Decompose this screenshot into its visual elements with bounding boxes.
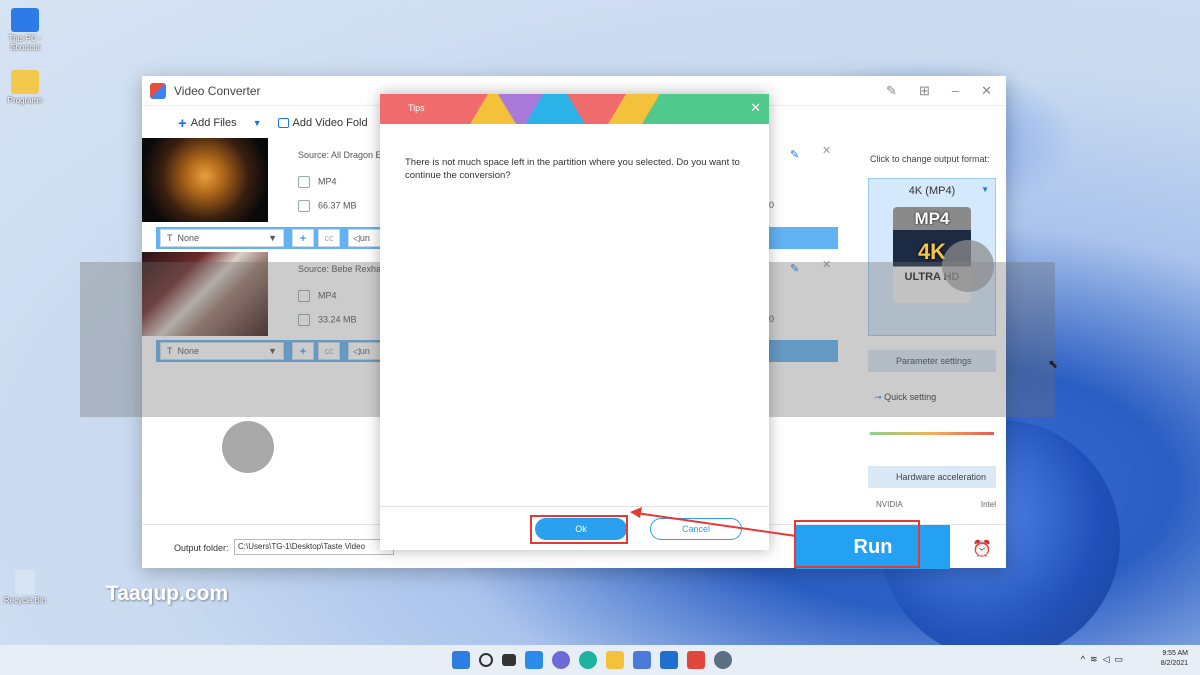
format-name-label: 4K (MP4) — [908, 185, 956, 197]
dialog-title: Tips — [408, 103, 425, 113]
mouse-cursor-icon: ⬉ — [1048, 357, 1059, 371]
taskbar: ^≋◁▭ 9:55 AM 8/2/2021 — [0, 645, 1200, 675]
chat-icon[interactable] — [552, 651, 570, 669]
output-folder-input[interactable]: C:\Users\TG-1\Desktop\Taste Video — [234, 539, 394, 555]
speaker-icon: ◁ — [353, 233, 360, 243]
add-subtitle-button[interactable]: + — [292, 229, 314, 247]
cc-icon[interactable]: cc — [318, 229, 340, 247]
close-window-icon[interactable]: ✕ — [981, 83, 992, 99]
format-name: 4K (MP4) ▼ — [869, 185, 995, 197]
office-icon[interactable] — [687, 651, 705, 669]
settings-icon[interactable] — [714, 651, 732, 669]
widgets-icon[interactable] — [525, 651, 543, 669]
file-source: Source: All Dragon E — [298, 150, 382, 160]
edit-icon[interactable]: ✎ — [790, 148, 799, 161]
alarm-clock-icon[interactable]: ⏰ — [972, 539, 992, 559]
desktop-icon-recycle-bin[interactable]: Recycle Bin — [0, 570, 50, 605]
output-folder-label: Output folder: — [174, 543, 229, 553]
format-value: MP4 — [318, 176, 337, 187]
output-format-hint: Click to change output format: — [870, 154, 990, 164]
add-folder-button[interactable]: Add Video Fold — [277, 117, 368, 129]
file-size: 66.37 MB — [298, 200, 357, 212]
desktop-icon-label: Programs — [7, 96, 43, 105]
edge-icon[interactable] — [579, 651, 597, 669]
audio-value: un — [359, 233, 370, 243]
run-button[interactable]: Run — [796, 525, 950, 569]
explorer-icon[interactable] — [606, 651, 624, 669]
text-icon: T — [167, 233, 173, 243]
nvidia-option[interactable]: NVIDIA — [876, 500, 903, 509]
battery-icon[interactable]: ▭ — [1114, 654, 1128, 664]
folder-icon — [298, 200, 310, 212]
close-icon[interactable]: ✕ — [750, 100, 761, 116]
add-files-button[interactable]: + Add Files — [178, 115, 237, 132]
format-icon — [298, 176, 310, 188]
desktop-icon-label: This PC - Shortcut — [8, 34, 42, 52]
clock[interactable]: 9:55 AM 8/2/2021 — [1161, 649, 1188, 669]
size-value: 66.37 MB — [318, 200, 357, 211]
windows-icon[interactable] — [452, 651, 470, 669]
recycle-bin-icon — [15, 570, 35, 594]
cart-icon[interactable]: ⊞ — [919, 83, 930, 99]
hardware-acceleration-button[interactable]: Hardware acceleration — [868, 466, 996, 488]
window-title: Video Converter — [174, 83, 261, 98]
quality-slider[interactable] — [870, 432, 994, 435]
desktop-icon-label: Recycle Bin — [3, 596, 47, 605]
cancel-button[interactable]: Cancel — [650, 518, 742, 540]
app-logo-icon — [150, 82, 166, 99]
plus-icon: + — [178, 114, 187, 132]
clock-time: 9:55 AM — [1162, 650, 1188, 657]
minimize-icon[interactable]: – — [952, 83, 959, 99]
ok-button-highlight — [530, 515, 628, 544]
monitor-icon — [11, 8, 39, 32]
wifi-icon[interactable]: ≋ — [1090, 654, 1103, 664]
search-icon[interactable] — [479, 653, 493, 667]
store-icon[interactable] — [633, 651, 651, 669]
add-files-label: Add Files — [190, 117, 237, 129]
chevron-down-icon[interactable]: ▼ — [253, 118, 262, 128]
folder-icon — [277, 118, 289, 128]
dialog-message: There is not much space left in the part… — [405, 157, 740, 181]
chevron-up-icon[interactable]: ^ — [1081, 654, 1090, 664]
speaker-icon[interactable]: ◁ — [1103, 654, 1115, 664]
subtitle-value: None — [177, 233, 200, 243]
clock-date: 8/2/2021 — [1160, 660, 1188, 667]
audio-select[interactable]: ◁un — [348, 229, 382, 247]
chevron-down-icon: ▼ — [268, 233, 277, 243]
site-watermark: Taaqup.com — [106, 582, 229, 605]
intel-option[interactable]: Intel — [981, 500, 996, 509]
dialog-header: Tips ✕ — [380, 94, 769, 124]
remove-file-icon[interactable]: ✕ — [822, 144, 831, 157]
hardware-acceleration-label: Hardware acceleration — [896, 472, 987, 482]
folder-icon — [11, 70, 39, 94]
feedback-icon[interactable]: ✎ — [886, 83, 897, 99]
task-view-icon[interactable] — [502, 654, 516, 666]
badge-top: MP4 — [914, 209, 950, 228]
system-tray[interactable]: ^≋◁▭ — [1081, 654, 1128, 665]
desktop-icon-programs[interactable]: Programs — [0, 70, 50, 105]
tips-dialog: Tips ✕ There is not much space left in t… — [380, 94, 769, 550]
file-format: MP4 — [298, 176, 337, 188]
chevron-down-icon: ▼ — [981, 185, 989, 194]
dialog-footer: Ok Cancel — [380, 506, 769, 550]
gpu-options: NVIDIA Intel — [876, 500, 996, 509]
subtitle-select[interactable]: T None ▼ — [160, 229, 284, 247]
desktop-icon-this-pc[interactable]: This PC - Shortcut — [0, 8, 50, 52]
add-folder-label: Add Video Fold — [292, 117, 368, 129]
mail-icon[interactable] — [660, 651, 678, 669]
video-thumbnail[interactable] — [142, 138, 268, 222]
